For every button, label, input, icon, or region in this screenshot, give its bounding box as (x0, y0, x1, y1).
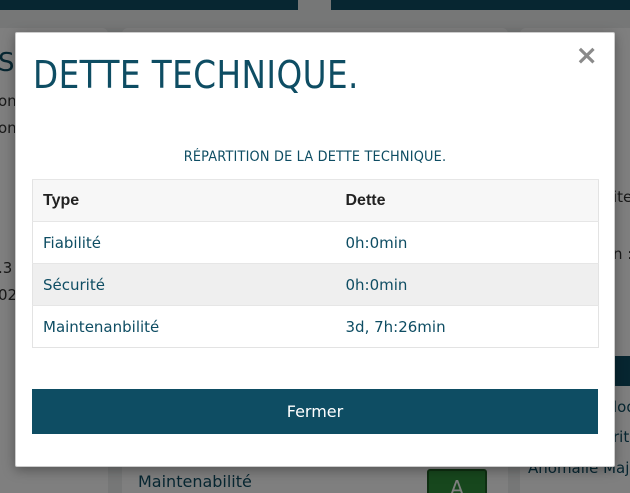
close-icon[interactable]: × (575, 42, 598, 69)
modal-title: DETTE TECHNIQUE. (33, 53, 359, 97)
section-title: RÉPARTITION DE LA DETTE TECHNIQUE. (183, 149, 447, 165)
debt-type-cell: Sécurité (32, 263, 336, 306)
table-row: Maintenanbilité 3d, 7h:26min (32, 305, 599, 348)
column-header-type: Type (32, 179, 336, 222)
table-row: Fiabilité 0h:0min (32, 221, 599, 264)
table-row: Sécurité 0h:0min (32, 263, 599, 306)
debt-type-cell: Fiabilité (32, 221, 336, 264)
debt-value-cell: 0h:0min (335, 263, 599, 306)
table-header-row: Type Dette (32, 179, 599, 222)
debt-table: Type Dette Fiabilité 0h:0min Sécurité 0h… (32, 179, 599, 348)
technical-debt-modal: DETTE TECHNIQUE. × RÉPARTITION DE LA DET… (15, 32, 615, 467)
close-modal-button[interactable]: Fermer (32, 389, 598, 434)
debt-value-cell: 3d, 7h:26min (335, 305, 599, 348)
debt-type-cell: Maintenanbilité (32, 305, 336, 348)
column-header-debt: Dette (335, 179, 599, 222)
debt-value-cell: 0h:0min (335, 221, 599, 264)
